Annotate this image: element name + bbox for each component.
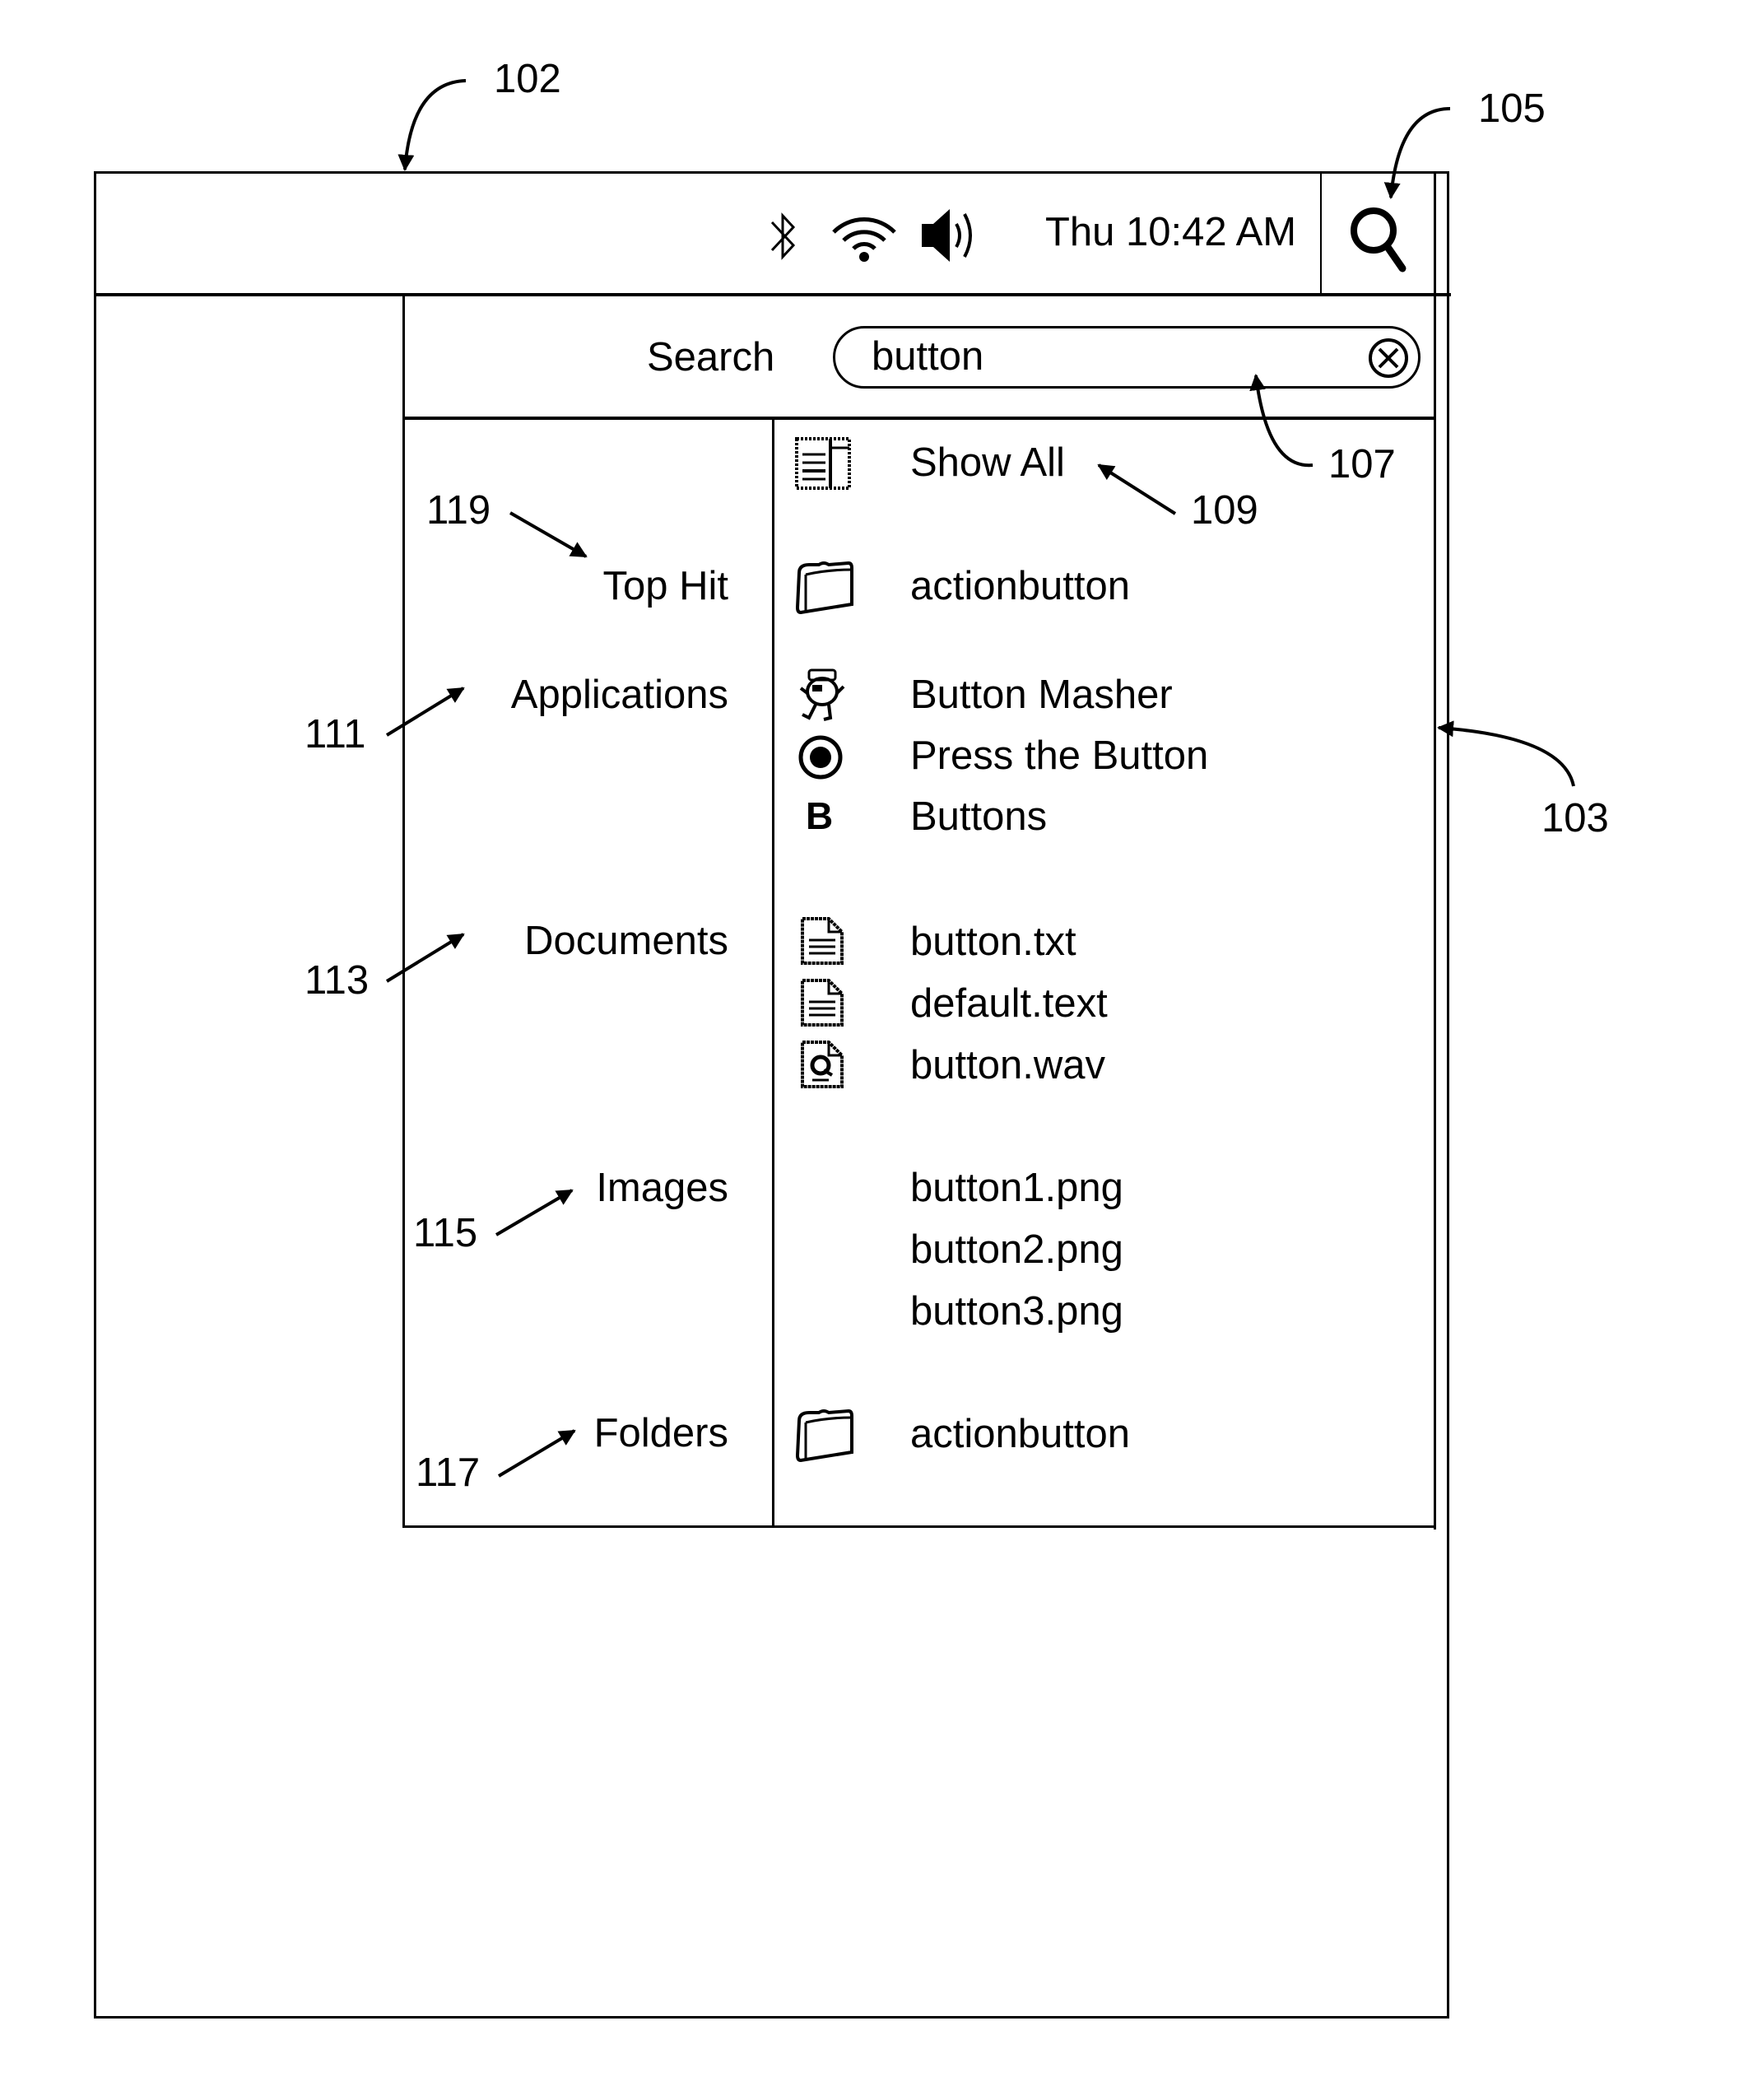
leader-103 xyxy=(1437,720,1575,787)
leader-117 xyxy=(497,1429,576,1478)
leader-107 xyxy=(1249,374,1314,468)
annotation-leaders xyxy=(385,79,1575,1478)
leader-119 xyxy=(509,511,588,558)
leader-111 xyxy=(385,687,465,737)
leader-113 xyxy=(385,933,465,983)
leader-115 xyxy=(495,1189,574,1236)
leader-105 xyxy=(1383,107,1451,199)
leader-109 xyxy=(1097,463,1177,515)
leader-102 xyxy=(398,79,467,171)
